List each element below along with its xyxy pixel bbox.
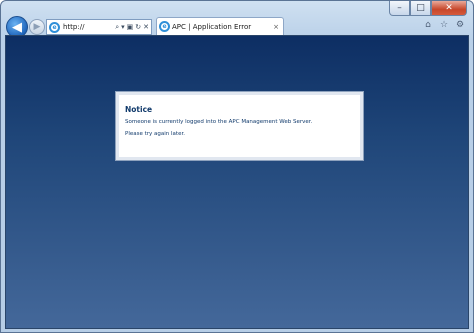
tab-apc-application-error[interactable]: e APC | Application Error × <box>156 17 284 35</box>
notice-retry-message: Please try again later. <box>125 131 185 137</box>
settings-gear-icon[interactable]: ⚙ <box>455 20 465 30</box>
tab-close-icon[interactable]: × <box>271 23 281 31</box>
compatibility-icon[interactable]: ▣ <box>127 23 134 31</box>
home-icon[interactable]: ⌂ <box>423 20 433 30</box>
refresh-icon[interactable]: ↻ <box>135 23 141 31</box>
maximize-button[interactable]: □ <box>410 1 431 16</box>
stop-icon[interactable]: ✕ <box>143 23 149 31</box>
forward-button[interactable]: ▶ <box>29 19 45 35</box>
page-viewport: Notice Someone is currently logged into … <box>5 35 469 329</box>
tab-favicon-icon: e <box>159 21 170 32</box>
favorites-star-icon[interactable]: ☆ <box>439 20 449 30</box>
tab-title: APC | Application Error <box>172 22 252 31</box>
browser-toolbar-icons: ⌂ ☆ ⚙ <box>423 20 465 30</box>
back-arrow-icon: ◀ <box>12 19 22 35</box>
caption-buttons: – □ ✕ <box>389 1 467 16</box>
notice-box: Notice Someone is currently logged into … <box>115 91 364 161</box>
notice-title: Notice <box>125 105 153 114</box>
forward-arrow-icon: ▶ <box>33 22 41 32</box>
address-input[interactable]: http:// <box>62 23 115 31</box>
dropdown-icon[interactable]: ▾ <box>121 23 125 31</box>
ie-logo-icon: e <box>49 21 60 33</box>
browser-window: – □ ✕ ◀ ▶ e http:// ⌕ ▾ ▣ ↻ ✕ e APC | Ap… <box>0 0 474 333</box>
notice-message: Someone is currently logged into the APC… <box>125 119 313 125</box>
close-button[interactable]: ✕ <box>431 1 467 16</box>
address-bar[interactable]: e http:// ⌕ ▾ ▣ ↻ ✕ <box>46 19 152 35</box>
search-icon[interactable]: ⌕ <box>115 23 119 32</box>
address-actions: ⌕ ▾ ▣ ↻ ✕ <box>115 23 151 32</box>
minimize-button[interactable]: – <box>389 1 410 16</box>
